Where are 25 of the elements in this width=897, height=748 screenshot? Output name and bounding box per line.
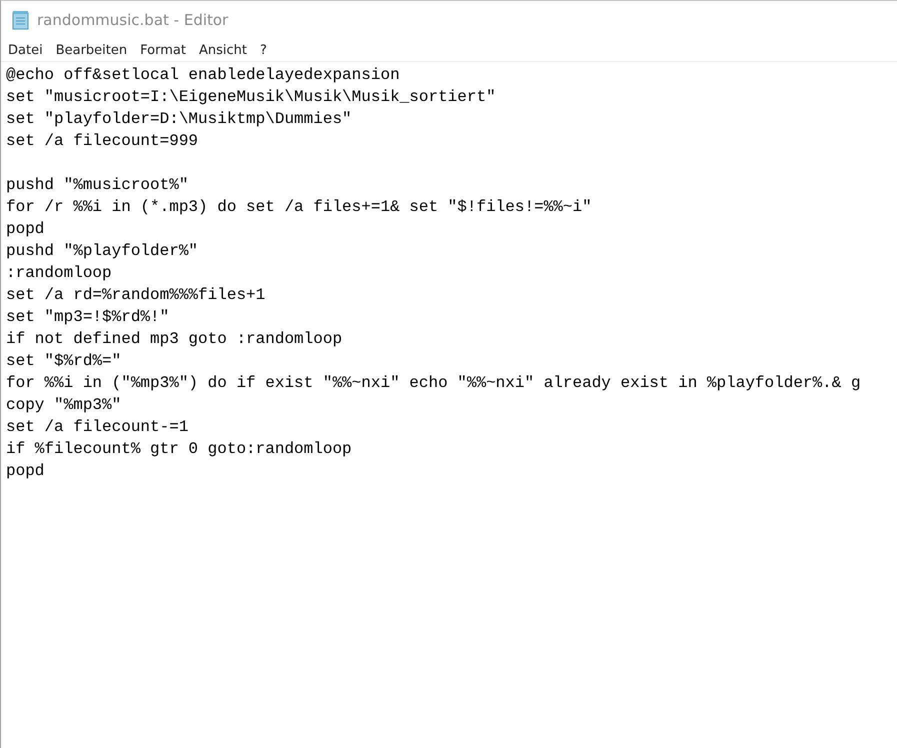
code-line: set "playfolder=D:\Musiktmp\Dummies" [6, 109, 352, 130]
code-line: for /r %%i in (*.mp3) do set /a files+=1& set "$!files!=%%~i" [6, 197, 592, 218]
code-line: set /a filecount=999 [6, 131, 198, 152]
code-line: if not defined mp3 goto :randomloop [6, 329, 342, 350]
code-line: set "mp3=!$%rd%!" [6, 307, 170, 328]
menu-item[interactable]: ? [260, 42, 267, 58]
code-line: set /a filecount-=1 [6, 417, 188, 438]
menu-item[interactable]: Format [140, 42, 186, 58]
window-title: randommusic.bat - Editor [37, 11, 228, 29]
code-line: for %%i in ("%mp3%") do if exist "%%~nxi" echo "%%~nxi" already exist in %playfolder%.& g [6, 373, 861, 394]
code-line: @echo off&setlocal enabledelayedexpansion [6, 65, 400, 86]
menu-item[interactable]: Ansicht [198, 42, 247, 58]
menu-item[interactable]: Datei [8, 42, 43, 58]
code-line: :randomloop [6, 263, 112, 284]
code-line: pushd "%musicroot%" [6, 175, 188, 196]
code-line: pushd "%playfolder%" [6, 241, 198, 262]
code-line: set "$%rd%=" [6, 351, 122, 372]
code-line: popd [6, 461, 44, 482]
code-line: popd [6, 219, 44, 240]
code-line: set "musicroot=I:\EigeneMusik\Musik\Musik_sortiert" [6, 87, 496, 108]
code-line: set /a rd=%random%%%files+1 [6, 285, 266, 306]
code-line: copy "%mp3%" [6, 395, 122, 416]
menu-item[interactable]: Bearbeiten [56, 42, 128, 58]
notepad-icon [11, 10, 31, 30]
code-line: if %filecount% gtr 0 goto:randomloop [6, 439, 352, 460]
